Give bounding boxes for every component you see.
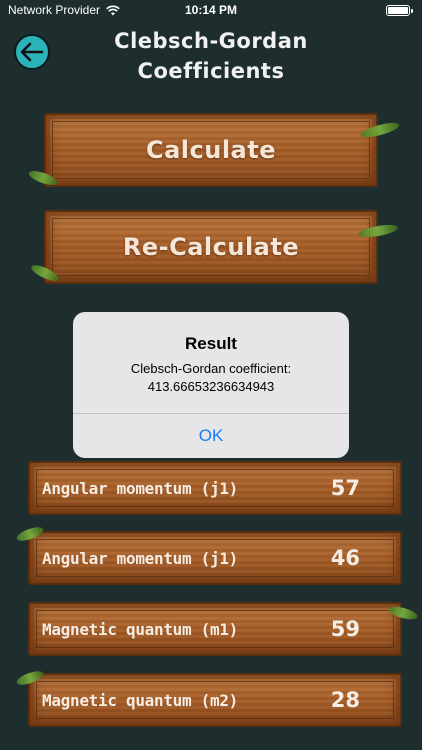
alert-ok-button[interactable]: OK xyxy=(73,414,349,458)
alert-message-line2: 413.66653236634943 xyxy=(147,379,275,394)
grass-decoration xyxy=(15,524,45,544)
grass-decoration xyxy=(387,604,419,622)
recalculate-label: Re-Calculate xyxy=(122,233,300,261)
calculate-button[interactable]: Calculate xyxy=(27,113,401,188)
input-value[interactable]: 59 xyxy=(331,617,360,641)
result-alert: Result Clebsch-Gordan coefficient: 413.6… xyxy=(73,312,349,458)
calculate-label: Calculate xyxy=(145,136,277,164)
input-label: Angular momentum (j1) xyxy=(42,478,238,498)
grass-decoration xyxy=(29,262,61,284)
grass-decoration xyxy=(27,168,59,188)
input-value[interactable]: 57 xyxy=(331,476,360,500)
input-row-j1[interactable]: Angular momentum (j1) 57 xyxy=(28,461,402,515)
alert-title: Result xyxy=(185,334,237,353)
arrow-left-icon xyxy=(20,42,44,62)
alert-message-line1: Clebsch-Gordan coefficient: xyxy=(130,361,292,376)
page-title-line1: Clebsch-Gordan xyxy=(114,29,308,53)
page-title: Clebsch-Gordan Coefficients xyxy=(100,26,322,86)
input-label: Magnetic quantum (m2) xyxy=(42,690,238,710)
page-title-line2: Coefficients xyxy=(137,59,285,83)
input-label: Magnetic quantum (m1) xyxy=(42,619,238,639)
input-row-j2[interactable]: Angular momentum (j1) 46 xyxy=(15,524,402,585)
status-bar: Network Provider 10:14 PM xyxy=(0,0,422,20)
input-row-m2[interactable]: Magnetic quantum (m2) 28 xyxy=(15,668,402,727)
input-value[interactable]: 46 xyxy=(331,546,360,570)
input-value[interactable]: 28 xyxy=(331,688,360,712)
recalculate-button[interactable]: Re-Calculate xyxy=(29,210,399,284)
input-row-m1[interactable]: Magnetic quantum (m1) 59 xyxy=(28,602,419,656)
back-button[interactable] xyxy=(14,34,50,70)
grass-decoration xyxy=(357,222,399,240)
grass-decoration xyxy=(15,668,45,688)
input-label: Angular momentum (j1) xyxy=(42,548,238,568)
alert-message: Clebsch-Gordan coefficient: 413.66653236… xyxy=(73,360,349,396)
battery-icon xyxy=(386,4,413,16)
status-time: 10:14 PM xyxy=(184,3,238,17)
grass-decoration xyxy=(359,119,401,141)
